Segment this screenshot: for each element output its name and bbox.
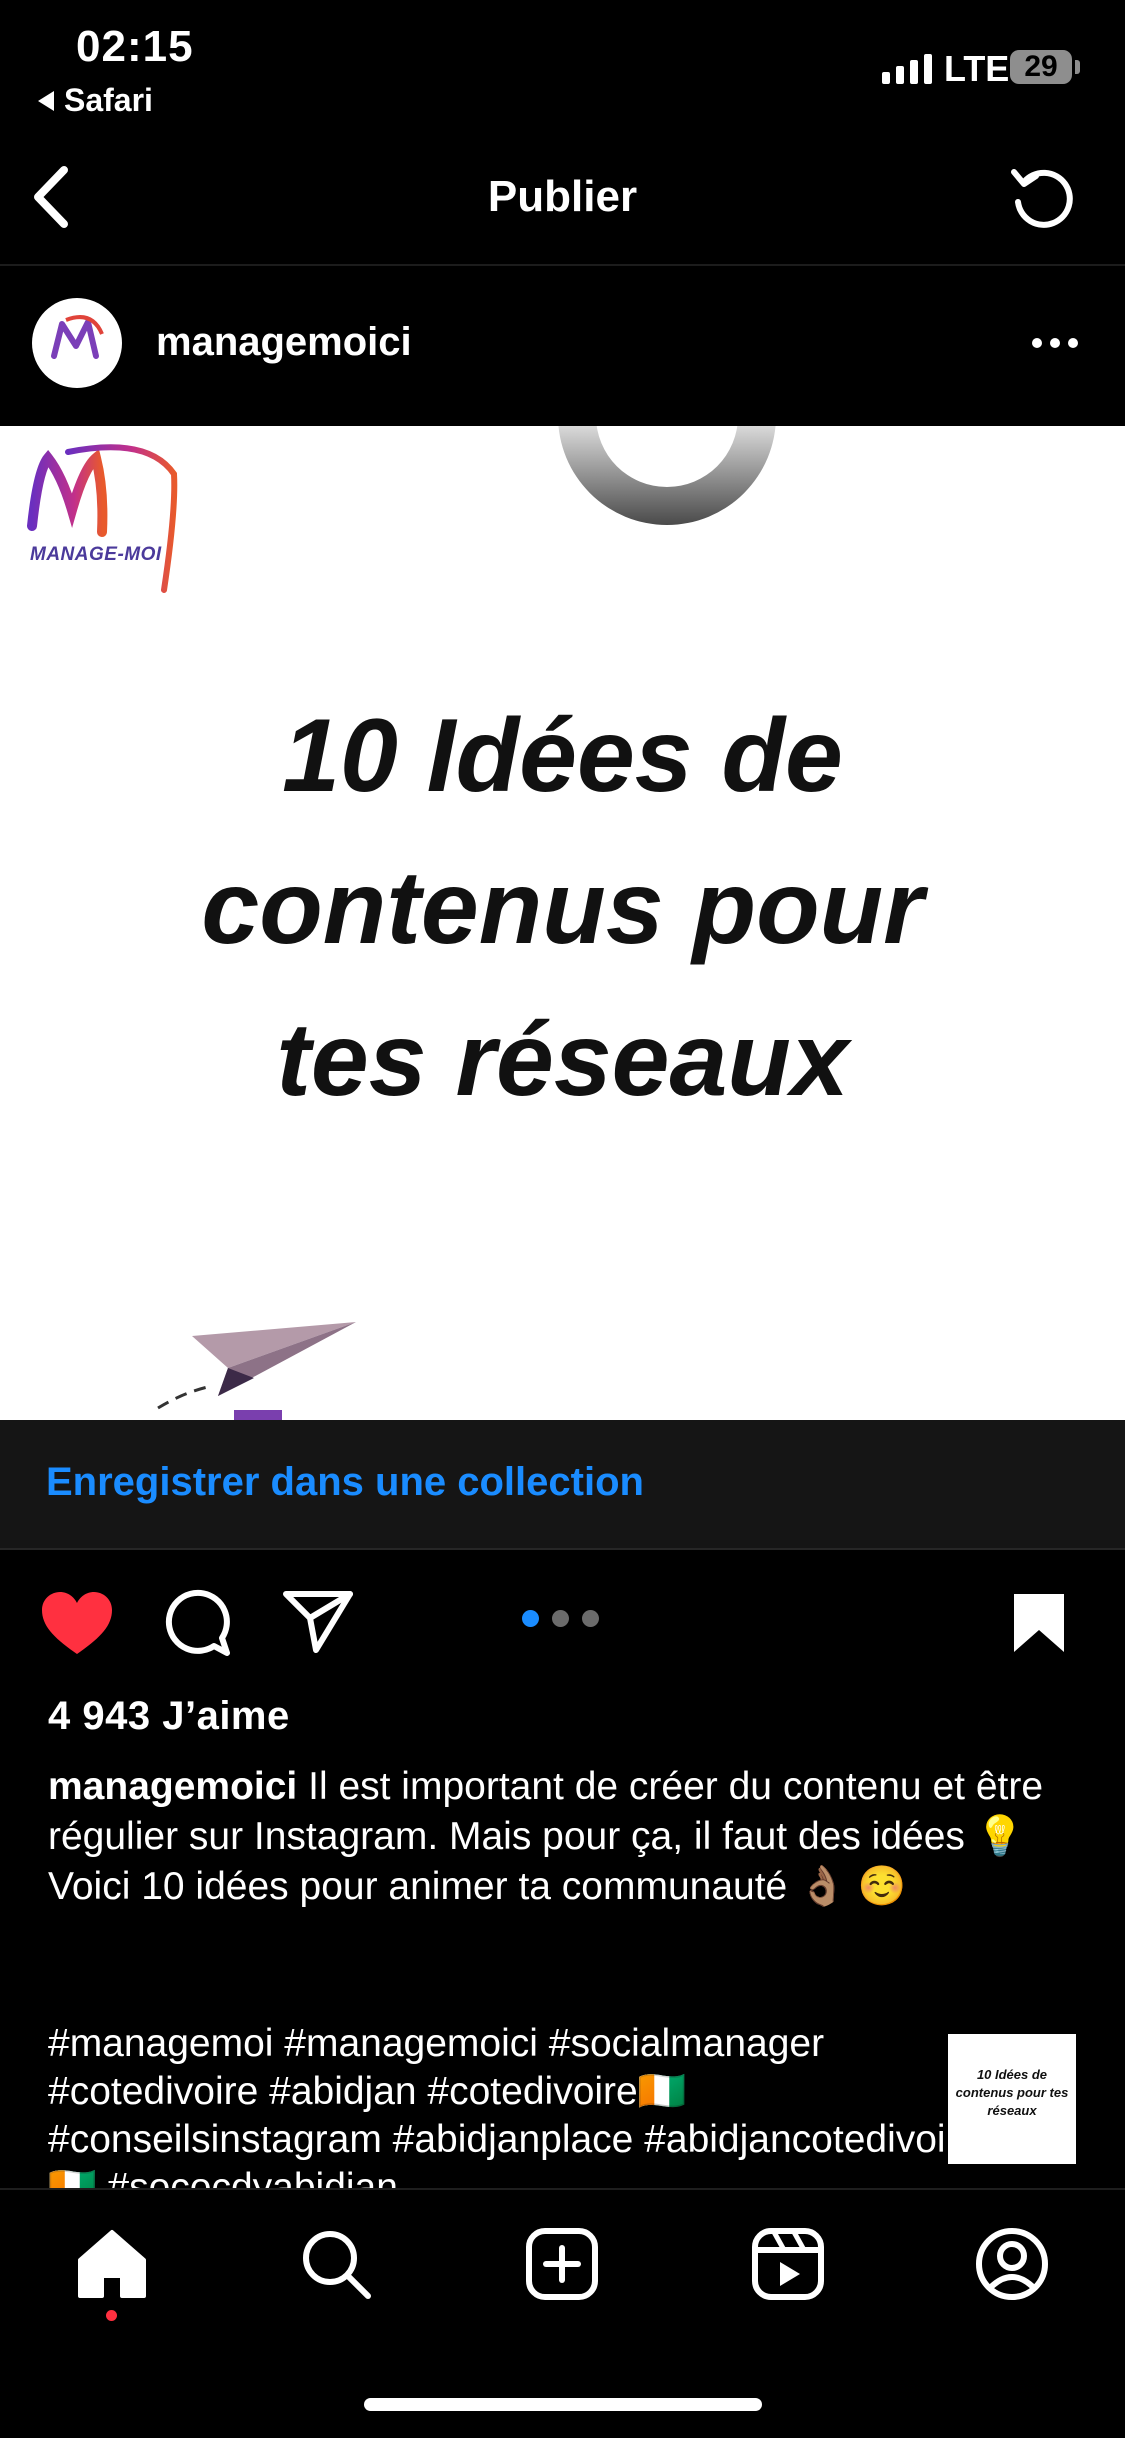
battery-icon: 29 xyxy=(1010,50,1072,84)
title-line: tes réseaux xyxy=(276,1002,849,1118)
home-icon[interactable] xyxy=(74,2226,150,2302)
post-image-title: 10 Idées de contenus pour tes réseaux xyxy=(0,680,1125,1136)
home-indicator xyxy=(364,2398,762,2411)
caption-hashtags[interactable]: #managemoi #managemoici #socialmanager #… xyxy=(48,2020,1028,2190)
comment-icon[interactable] xyxy=(162,1588,232,1658)
title-line: 10 Idées de xyxy=(282,698,843,814)
carousel-indicator xyxy=(522,1610,599,1627)
post-caption: managemoici Il est important de créer du… xyxy=(48,1762,1088,1912)
paper-plane-icon xyxy=(157,1322,356,1420)
active-tab-indicator xyxy=(106,2310,117,2321)
post-username[interactable]: managemoici xyxy=(156,320,412,365)
network-type: LTE xyxy=(944,48,1010,89)
save-to-collection-link[interactable]: Enregistrer dans une collection xyxy=(46,1460,644,1505)
reels-icon[interactable] xyxy=(750,2226,826,2302)
status-time: 02:15 xyxy=(76,22,194,71)
search-icon[interactable] xyxy=(298,2226,374,2302)
profile-icon[interactable] xyxy=(974,2226,1050,2302)
battery-tip xyxy=(1075,60,1080,74)
back-app-label: Safari xyxy=(64,82,153,118)
caption-line: Voici 10 idées pour animer ta communauté… xyxy=(48,1865,907,1908)
share-icon[interactable] xyxy=(282,1588,354,1654)
manage-moi-logo-icon xyxy=(27,444,178,593)
divider xyxy=(0,1548,1125,1550)
carousel-dot xyxy=(552,1610,569,1627)
carousel-dot xyxy=(582,1610,599,1627)
post-image[interactable]: MANAGE-MOI 10 Idées de contenus pour tes… xyxy=(0,426,1125,1420)
likes-count[interactable]: 4 943 J’aime xyxy=(48,1694,290,1739)
signal-strength-icon xyxy=(882,52,932,84)
more-options-icon[interactable] xyxy=(1032,338,1078,348)
manage-moi-logo-icon xyxy=(51,315,104,359)
carousel-dot xyxy=(522,1610,539,1627)
floating-post-thumbnail[interactable]: 10 Idées de contenus pour tes réseaux xyxy=(948,2034,1076,2164)
title-line: contenus pour xyxy=(201,850,924,966)
battery-level: 29 xyxy=(1024,50,1058,83)
bookmark-icon[interactable] xyxy=(1010,1590,1068,1656)
create-icon[interactable] xyxy=(524,2226,600,2302)
brand-name: MANAGE-MOI xyxy=(30,544,162,565)
decorative-circle-icon xyxy=(558,426,776,525)
back-triangle-icon xyxy=(38,90,54,111)
back-to-safari-button[interactable]: Safari xyxy=(38,82,153,119)
page-title: Publier xyxy=(487,172,638,221)
heart-icon[interactable] xyxy=(40,1590,114,1656)
caption-username[interactable]: managemoici xyxy=(48,1765,297,1808)
nav-divider xyxy=(0,264,1125,266)
avatar[interactable] xyxy=(32,298,122,388)
refresh-icon[interactable] xyxy=(1006,160,1082,236)
thumbnail-title: 10 Idées de contenus pour tes réseaux xyxy=(955,2067,1069,2118)
